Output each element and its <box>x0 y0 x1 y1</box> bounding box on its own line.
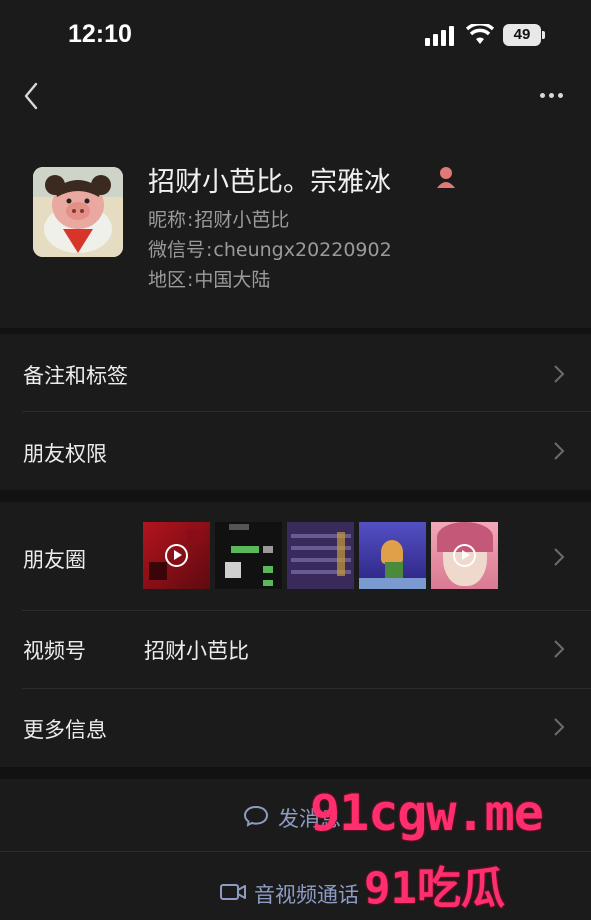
chevron-right-icon <box>554 640 565 658</box>
back-chevron-icon[interactable] <box>18 80 48 112</box>
nickname-line: 昵称:招财小芭比 <box>148 209 290 231</box>
region-value: 中国大陆 <box>194 269 271 291</box>
avatar[interactable] <box>33 167 123 257</box>
friend-permissions-label: 朋友权限 <box>23 442 107 466</box>
moments-thumbnail-chat-screenshot[interactable] <box>215 522 282 589</box>
nickname-label: 昵称 <box>148 209 187 231</box>
chevron-right-icon <box>554 365 565 383</box>
watermark-url: 91cgw.me <box>310 784 544 842</box>
region-line: 地区:中国大陆 <box>148 269 271 291</box>
wechat-id-line[interactable]: 微信号:cheungx20220902 <box>148 235 392 262</box>
status-bar: 12:10 49 <box>0 0 591 72</box>
wifi-icon <box>466 24 494 44</box>
friend-permissions-row[interactable]: 朋友权限 <box>0 412 591 490</box>
play-icon <box>453 544 476 567</box>
moments-thumbnail-game-character[interactable] <box>359 522 426 589</box>
moments-label: 朋友圈 <box>23 548 86 572</box>
chevron-right-icon <box>554 718 565 736</box>
battery-tip <box>542 31 545 39</box>
channels-label: 视频号 <box>23 639 86 663</box>
region-label: 地区 <box>148 269 187 291</box>
chevron-right-icon <box>554 442 565 460</box>
more-info-row[interactable]: 更多信息 <box>0 689 591 767</box>
section-gap <box>0 767 591 779</box>
profile-name: 招财小芭比。宗雅冰 <box>148 167 391 198</box>
chat-bubble-icon <box>243 805 269 827</box>
avatar-cartoon-image <box>33 167 123 257</box>
wechat-id-value[interactable]: cheungx20220902 <box>213 239 391 261</box>
cellular-signal-icon <box>425 26 455 46</box>
remarks-and-tags-label: 备注和标签 <box>23 364 128 388</box>
battery-icon: 49 <box>503 24 541 46</box>
channels-row[interactable]: 视频号 招财小芭比 <box>0 611 591 689</box>
chevron-right-icon <box>554 548 565 566</box>
wechat-id-label: 微信号 <box>148 239 206 261</box>
remarks-and-tags-row[interactable]: 备注和标签 <box>0 334 591 412</box>
more-options-button[interactable] <box>534 86 570 104</box>
section-gap <box>0 490 591 502</box>
video-camera-icon <box>220 884 246 900</box>
more-info-label: 更多信息 <box>23 718 107 742</box>
status-time: 12:10 <box>68 20 132 48</box>
watermark-text: 91吃瓜 <box>364 863 505 914</box>
moments-thumbnail-game-list[interactable] <box>287 522 354 589</box>
channels-value: 招财小芭比 <box>144 639 249 663</box>
play-icon <box>165 544 188 567</box>
moments-thumbnail-video[interactable] <box>143 522 210 589</box>
moments-thumbnail-video-selfie[interactable] <box>431 522 498 589</box>
nickname-value: 招财小芭比 <box>194 209 290 231</box>
video-call-label: 音视频通话 <box>254 883 359 907</box>
female-icon <box>437 167 455 188</box>
